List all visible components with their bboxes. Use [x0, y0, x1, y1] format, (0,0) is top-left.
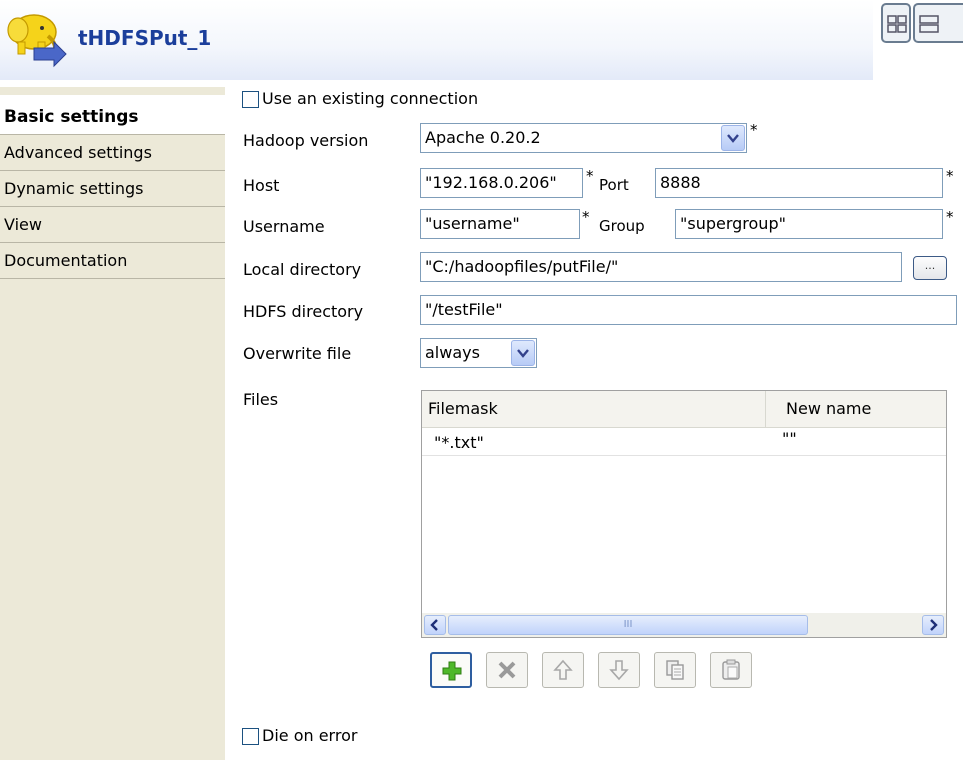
host-label: Host: [243, 176, 280, 195]
port-required-marker: *: [946, 167, 954, 185]
table-cell-filemask[interactable]: "*.txt": [434, 433, 484, 452]
local-directory-input[interactable]: "C:/hadoopfiles/putFile/": [420, 252, 902, 282]
move-down-icon: [609, 660, 629, 681]
chevron-down-icon: [727, 134, 739, 143]
scroll-right-button[interactable]: [922, 615, 944, 635]
nav-item-dynamic-settings[interactable]: Dynamic settings: [0, 171, 225, 207]
overwrite-file-select[interactable]: always: [420, 338, 537, 368]
hdfs-directory-label: HDFS directory: [243, 302, 364, 321]
add-icon: [442, 661, 462, 681]
chevron-left-icon: [430, 619, 438, 631]
files-table[interactable]: Filemask New name "*.txt" "" III: [421, 390, 947, 638]
nav-item-view[interactable]: View: [0, 207, 225, 243]
copy-button[interactable]: [654, 652, 696, 688]
group-input[interactable]: "supergroup": [675, 209, 943, 239]
host-input[interactable]: "192.168.0.206": [420, 168, 583, 198]
username-input[interactable]: "username": [420, 209, 580, 239]
nav-item-basic-settings[interactable]: Basic settings: [0, 95, 225, 135]
group-label: Group: [599, 217, 645, 235]
host-required-marker: *: [586, 167, 594, 185]
local-directory-label: Local directory: [243, 260, 362, 279]
hadoop-version-dropdown-button[interactable]: [721, 125, 745, 151]
username-label: Username: [243, 217, 325, 236]
use-existing-connection-label: Use an existing connection: [262, 89, 479, 108]
overwrite-file-dropdown-button[interactable]: [511, 340, 535, 366]
hadoop-elephant-icon: [4, 8, 70, 70]
component-title: tHDFSPut_1: [78, 26, 212, 50]
files-label: Files: [243, 390, 279, 409]
copy-icon: [666, 660, 684, 680]
username-required-marker: *: [582, 208, 590, 226]
component-title-bar: tHDFSPut_1: [0, 0, 873, 80]
move-down-button[interactable]: [598, 652, 640, 688]
table-layout-button[interactable]: [881, 3, 911, 43]
list-layout-icon: [919, 15, 939, 33]
move-up-button[interactable]: [542, 652, 584, 688]
add-row-button[interactable]: [430, 652, 472, 688]
paste-button[interactable]: [710, 652, 752, 688]
nav-item-advanced-settings[interactable]: Advanced settings: [0, 135, 225, 171]
hadoop-version-select[interactable]: Apache 0.20.2: [420, 123, 747, 153]
overwrite-file-label: Overwrite file: [243, 344, 352, 363]
hdfs-directory-input[interactable]: "/testFile": [420, 295, 957, 325]
horizontal-scrollbar[interactable]: III: [422, 613, 946, 637]
paste-icon: [722, 659, 740, 680]
column-header-new-name[interactable]: New name: [780, 391, 940, 427]
delete-row-button[interactable]: [486, 652, 528, 688]
column-header-filemask[interactable]: Filemask: [422, 391, 766, 427]
group-required-marker: *: [946, 208, 954, 226]
hadoop-version-label: Hadoop version: [243, 131, 369, 150]
overwrite-file-value: always: [425, 343, 480, 362]
delete-icon: [498, 661, 516, 679]
table-layout-icon: [887, 15, 907, 33]
browse-directory-button[interactable]: ...: [913, 256, 947, 280]
table-row-divider: [422, 455, 946, 456]
port-input[interactable]: 8888: [655, 168, 943, 198]
table-cell-new-name[interactable]: "": [782, 429, 797, 448]
hadoop-version-value: Apache 0.20.2: [425, 128, 541, 147]
settings-nav: Basic settings Advanced settings Dynamic…: [0, 87, 225, 760]
list-layout-button[interactable]: [913, 3, 963, 43]
move-up-icon: [553, 659, 573, 680]
port-label: Port: [599, 176, 629, 194]
scroll-left-button[interactable]: [424, 615, 446, 635]
chevron-down-icon: [517, 349, 529, 358]
files-table-header: Filemask New name: [422, 391, 946, 428]
nav-item-documentation[interactable]: Documentation: [0, 243, 225, 279]
die-on-error-label: Die on error: [262, 726, 358, 745]
die-on-error-checkbox[interactable]: [242, 728, 259, 745]
scrollbar-thumb[interactable]: III: [448, 615, 808, 635]
use-existing-connection-checkbox[interactable]: [242, 91, 259, 108]
hadoop-version-required-marker: *: [750, 121, 758, 139]
chevron-right-icon: [930, 619, 938, 631]
